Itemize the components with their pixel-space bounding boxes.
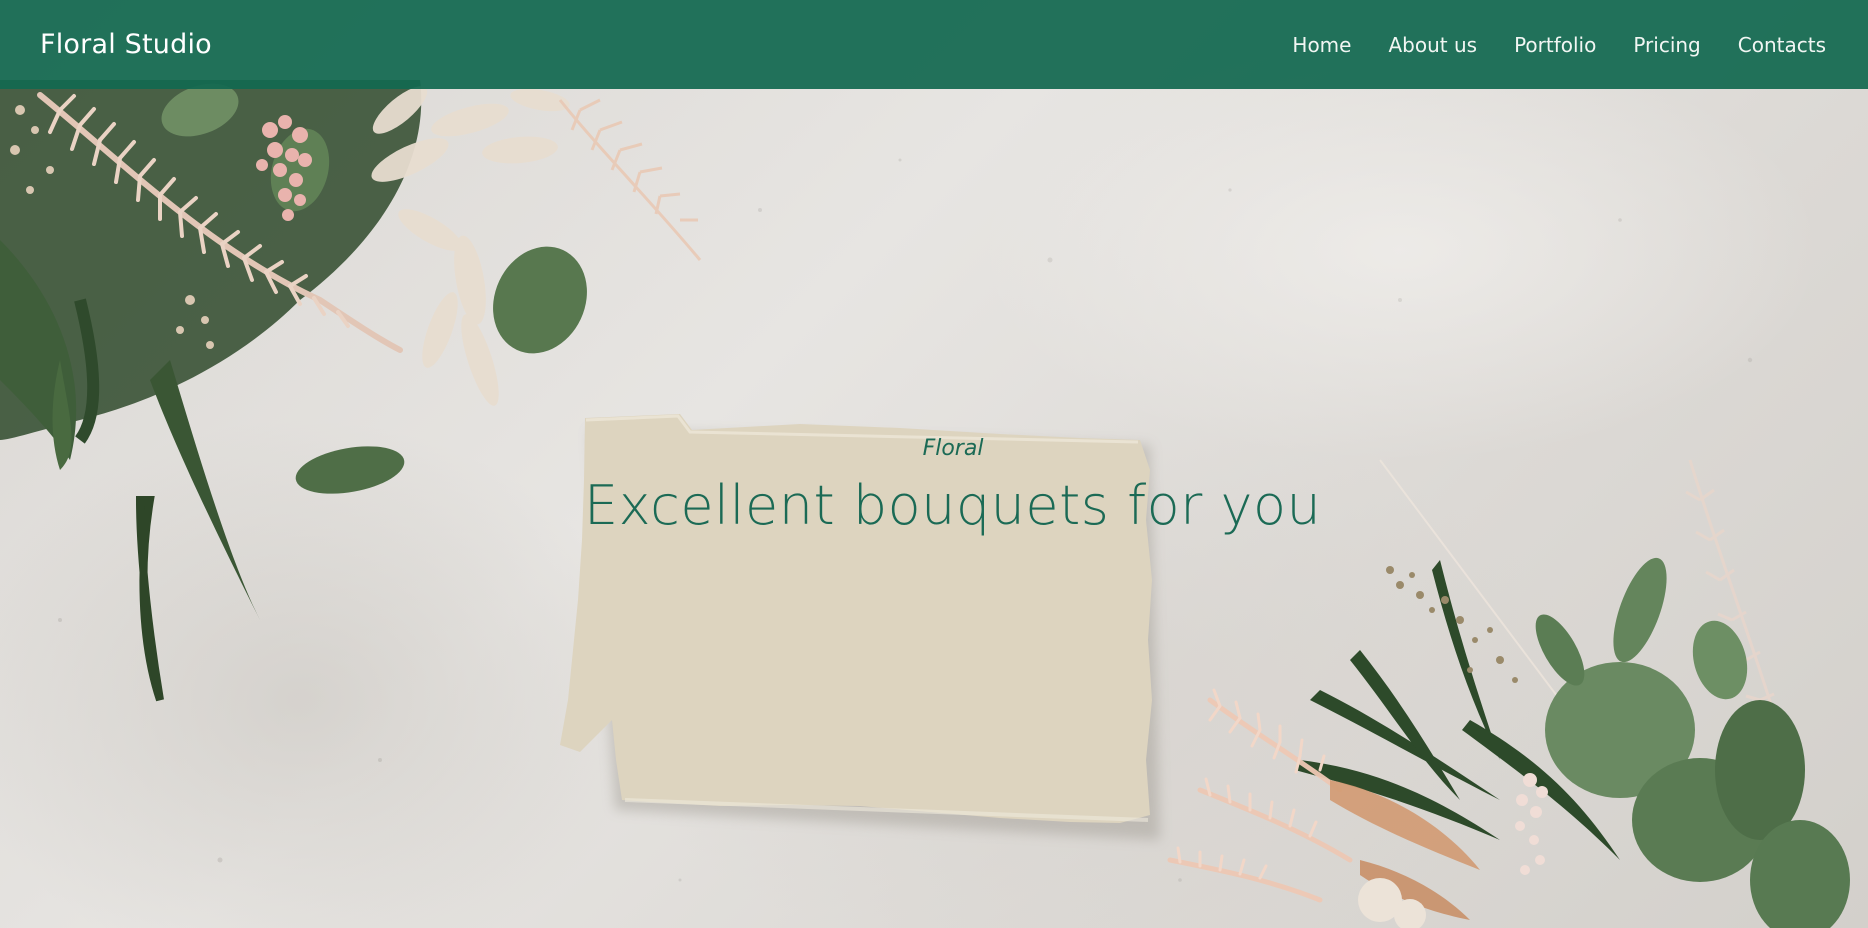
nav-item-contacts[interactable]: Contacts (1738, 33, 1826, 57)
nav-item-pricing[interactable]: Pricing (1633, 33, 1700, 57)
nav-item-portfolio[interactable]: Portfolio (1514, 33, 1596, 57)
hero-background-image (0, 0, 1868, 928)
flat-lay-illustration (0, 80, 1850, 928)
nav-item-about-us[interactable]: About us (1388, 33, 1477, 57)
brand-logo[interactable]: Floral Studio (40, 29, 212, 60)
hero-headline: Excellent bouquets for you (584, 474, 1322, 537)
hero-eyebrow: Floral (922, 436, 984, 461)
nav-item-home[interactable]: Home (1292, 33, 1351, 57)
site-header: Floral Studio Home About us Portfolio Pr… (0, 0, 1868, 89)
main-nav: Home About us Portfolio Pricing Contacts (1255, 33, 1826, 57)
